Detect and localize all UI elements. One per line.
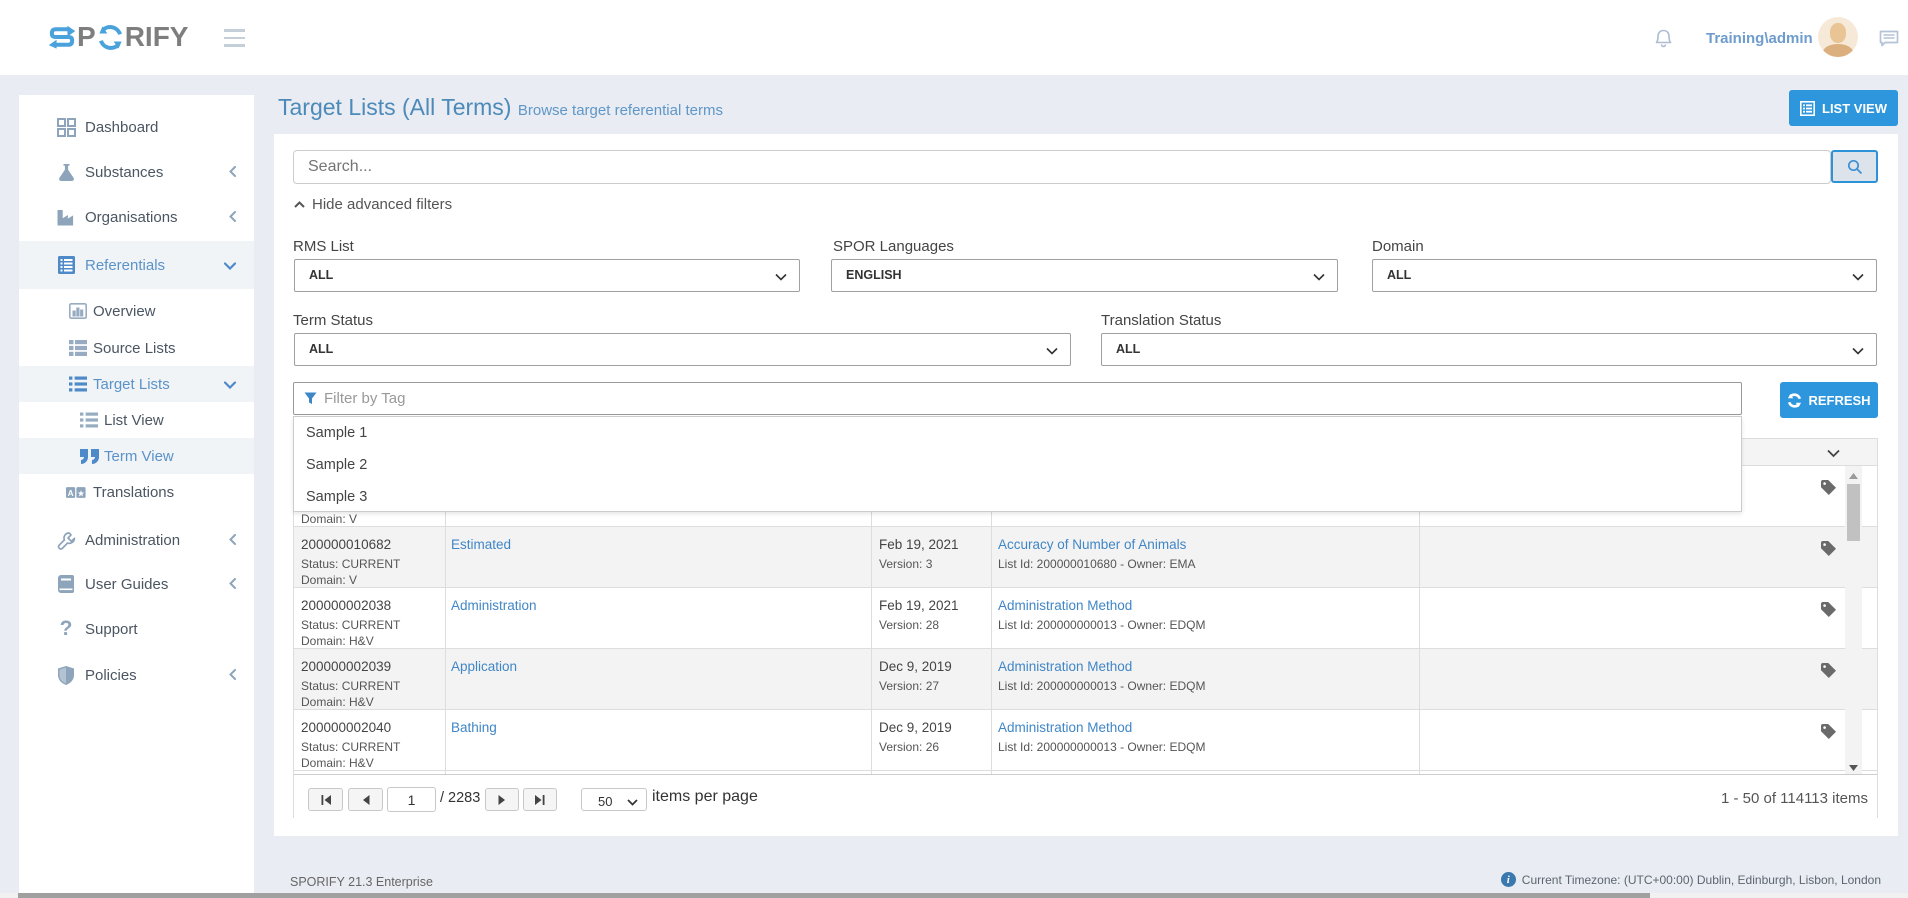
svg-text:A: A [68,487,74,497]
